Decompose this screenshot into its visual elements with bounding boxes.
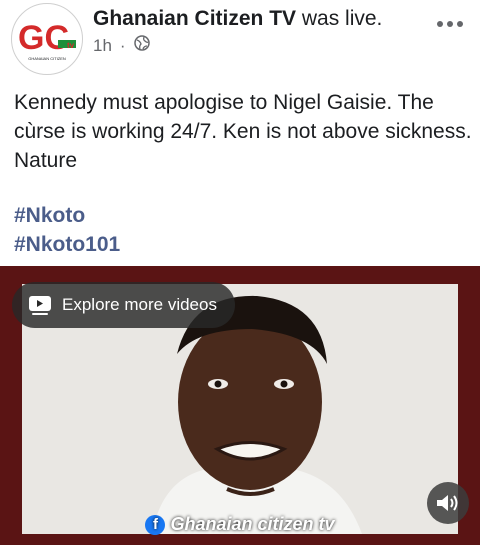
author-name[interactable]: Ghanaian Citizen TV xyxy=(93,7,296,30)
video-player[interactable]: Explore more videos f Ghanaian citizen t… xyxy=(0,266,480,545)
logo-sub: tv xyxy=(67,41,75,50)
facebook-icon: f xyxy=(145,514,166,535)
explore-label: Explore more videos xyxy=(62,295,217,314)
video-library-icon xyxy=(29,296,51,315)
globe-icon[interactable] xyxy=(133,35,150,56)
more-options-icon[interactable] xyxy=(437,14,469,34)
hashtags: #Nkoto #Nkoto101 xyxy=(14,201,120,259)
post-meta: 1h · xyxy=(93,35,150,56)
post-header: GC tv GHANAIAN CITIZEN Ghanaian Citizen … xyxy=(0,0,480,80)
explore-more-videos-button[interactable]: Explore more videos xyxy=(12,282,235,328)
gc-logo-icon: GC tv GHANAIAN CITIZEN xyxy=(14,6,80,72)
logo-caption: GHANAIAN CITIZEN xyxy=(28,56,66,61)
live-status: was live. xyxy=(296,7,383,30)
hashtag-link[interactable]: #Nkoto xyxy=(14,201,120,230)
author-line: Ghanaian Citizen TV was live. xyxy=(93,7,382,31)
page-avatar[interactable]: GC tv GHANAIAN CITIZEN xyxy=(11,3,83,75)
video-watermark: f Ghanaian citizen tv xyxy=(0,514,480,535)
post-text: Kennedy must apologise to Nigel Gaisie. … xyxy=(14,91,472,172)
watermark-text: Ghanaian citizen tv xyxy=(170,514,335,534)
meta-separator: · xyxy=(119,35,126,55)
post-time[interactable]: 1h xyxy=(93,36,112,56)
logo-letters: GC xyxy=(18,19,69,57)
hashtag-link[interactable]: #Nkoto101 xyxy=(14,230,120,259)
